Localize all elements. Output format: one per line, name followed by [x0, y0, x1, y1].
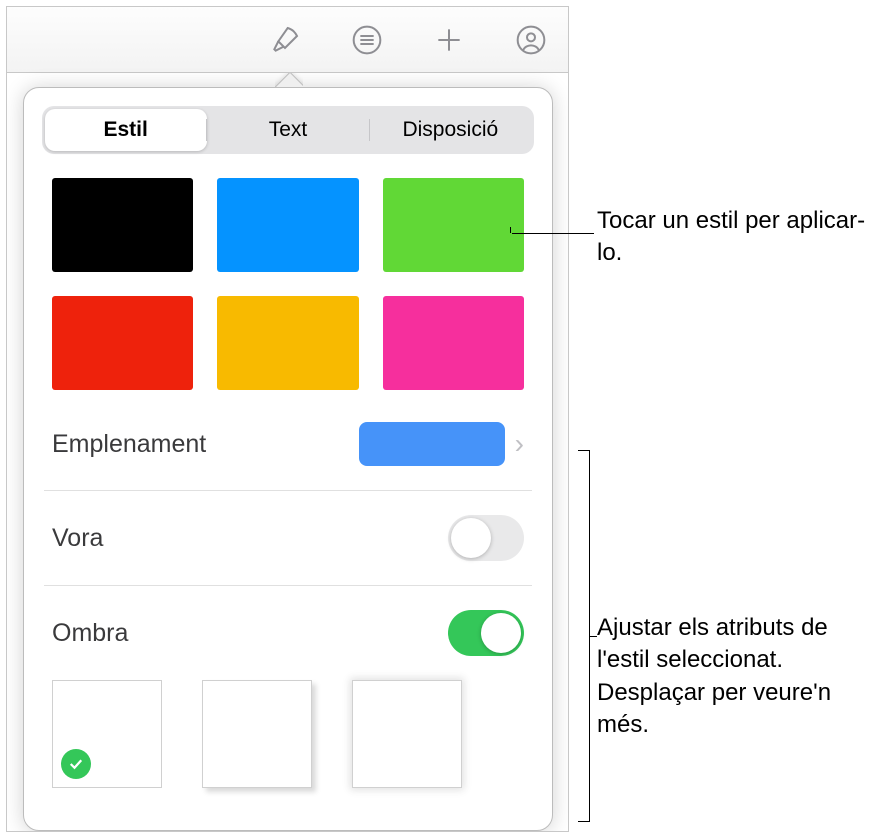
shadow-switch[interactable] — [448, 610, 524, 656]
fill-label: Emplenament — [52, 430, 206, 459]
chevron-right-icon: › — [515, 428, 524, 460]
toolbar — [7, 7, 568, 73]
border-label: Vora — [52, 524, 103, 553]
style-swatch-red[interactable] — [52, 296, 193, 390]
popover-body: Estil Text Disposició Emplenament — [23, 87, 553, 831]
format-panel-window: Estil Text Disposició Emplenament — [6, 6, 569, 832]
border-row: Vora — [44, 491, 532, 586]
style-swatch-orange[interactable] — [217, 296, 358, 390]
fill-row[interactable]: Emplenament › — [44, 398, 532, 491]
check-icon — [61, 749, 91, 779]
switch-knob — [451, 518, 491, 558]
collaborate-icon[interactable] — [504, 20, 558, 60]
shadow-option-contact[interactable] — [352, 680, 462, 788]
list-icon[interactable] — [340, 20, 394, 60]
fill-color-swatch[interactable] — [359, 422, 505, 466]
border-switch[interactable] — [448, 515, 524, 561]
style-swatch-black[interactable] — [52, 178, 193, 272]
style-swatch-grid — [52, 178, 524, 390]
shadow-option-drop[interactable] — [202, 680, 312, 788]
callout-apply-style: Tocar un estil per aplicar-lo. — [597, 205, 883, 270]
tab-layout[interactable]: Disposició — [370, 112, 531, 148]
tab-text[interactable]: Text — [207, 112, 368, 148]
format-popover: Estil Text Disposició Emplenament — [23, 87, 553, 831]
format-segmented-control: Estil Text Disposició — [42, 106, 534, 154]
callout-leader-line — [512, 233, 594, 234]
shadow-style-thumbnails — [52, 680, 524, 788]
style-swatch-pink[interactable] — [383, 296, 524, 390]
style-swatch-blue[interactable] — [217, 178, 358, 272]
plus-icon[interactable] — [422, 20, 476, 60]
shadow-option-none[interactable] — [52, 680, 162, 788]
style-options: Emplenament › Vora Ombra — [44, 398, 532, 680]
format-brush-icon[interactable] — [258, 20, 312, 60]
callout-adjust-attributes: Ajustar els atributs de l'estil seleccio… — [597, 612, 883, 742]
callout-bracket — [578, 450, 590, 822]
style-swatch-green[interactable] — [383, 178, 524, 272]
fill-controls: › — [359, 422, 524, 466]
shadow-label: Ombra — [52, 619, 128, 648]
tab-style[interactable]: Estil — [45, 112, 206, 148]
switch-knob — [481, 613, 521, 653]
shadow-row: Ombra — [44, 586, 532, 680]
popover-arrow — [275, 73, 303, 87]
